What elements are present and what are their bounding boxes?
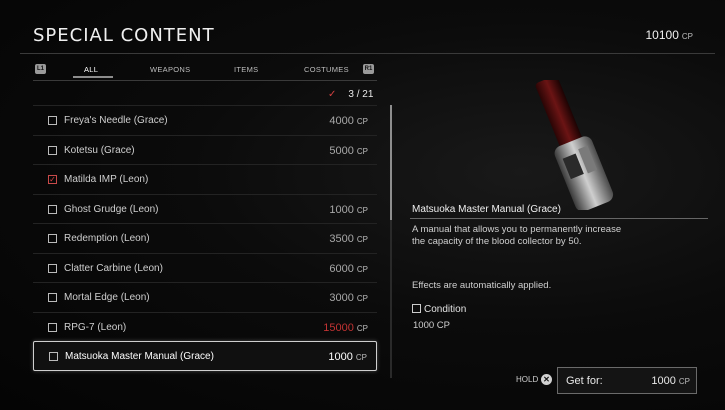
tab-weapons[interactable]: WEAPONS	[150, 65, 190, 74]
item-name: RPG-7 (Leon)	[64, 321, 127, 333]
list-item[interactable]: Clatter Carbine (Leon) 6000 CP	[33, 252, 377, 283]
detail-divider	[410, 218, 708, 219]
points-balance: 10100 CP	[646, 28, 694, 42]
tab-all[interactable]: ALL	[84, 65, 98, 74]
item-name: Mortal Edge (Leon)	[64, 292, 150, 303]
item-name: Redemption (Leon)	[64, 233, 150, 244]
owned-counter: ✓ 3 / 21	[328, 89, 373, 100]
item-price: 3500 CP	[329, 233, 368, 245]
item-name: Freya's Needle (Grace)	[64, 115, 168, 126]
get-for-price: 1000 CP	[651, 375, 690, 387]
content-list: Freya's Needle (Grace) 4000 CP Kotetsu (G…	[33, 105, 377, 371]
cross-button-icon[interactable]: ✕	[541, 374, 552, 385]
condition-value: 1000 CP	[413, 320, 450, 331]
owned-count: 3 / 21	[348, 89, 374, 100]
tab-prev-button[interactable]: L1	[35, 64, 46, 74]
tab-items[interactable]: ITEMS	[234, 65, 258, 74]
check-icon: ✓	[328, 89, 337, 100]
header-divider	[20, 53, 715, 54]
checkbox-icon	[49, 352, 58, 361]
item-price: 3000 CP	[329, 292, 368, 304]
list-item-selected[interactable]: Matsuoka Master Manual (Grace) 1000 CP	[33, 341, 377, 371]
scrollbar-track[interactable]	[390, 220, 392, 378]
tab-active-indicator	[73, 76, 113, 78]
list-item[interactable]: Mortal Edge (Leon) 3000 CP	[33, 282, 377, 312]
item-name: Matsuoka Master Manual (Grace)	[65, 351, 214, 362]
item-price: 1000 CP	[329, 203, 368, 216]
tab-divider	[33, 80, 377, 81]
checkbox-icon	[48, 116, 57, 125]
item-name: Clatter Carbine (Leon)	[64, 262, 163, 274]
item-price: 5000 CP	[329, 144, 368, 157]
list-item[interactable]: ✓ Matilda IMP (Leon)	[33, 164, 377, 194]
list-item[interactable]: Redemption (Leon) 3500 CP	[33, 223, 377, 253]
get-for-label: Get for:	[566, 375, 603, 387]
item-name: Matilda IMP (Leon)	[64, 174, 149, 185]
item-price: 15000 CP	[323, 321, 368, 334]
condition-heading: Condition	[412, 304, 466, 315]
item-name: Ghost Grudge (Leon)	[64, 203, 159, 215]
list-item[interactable]: RPG-7 (Leon) 15000 CP	[33, 311, 377, 342]
list-item[interactable]: Freya's Needle (Grace) 4000 CP	[33, 105, 377, 135]
item-preview-image	[535, 80, 614, 210]
checkbox-icon	[48, 263, 57, 273]
points-unit: CP	[681, 32, 693, 41]
checkbox-icon	[48, 322, 57, 332]
detail-description: A manual that allows you to permanently …	[412, 224, 622, 247]
page-title: SPECIAL CONTENT	[33, 25, 215, 46]
item-name: Kotetsu (Grace)	[64, 144, 135, 156]
detail-effects: Effects are automatically applied.	[412, 280, 552, 291]
points-value: 10100	[645, 28, 679, 42]
tab-next-button[interactable]: R1	[363, 64, 374, 74]
detail-title: Matsuoka Master Manual (Grace)	[412, 204, 561, 215]
hold-label: HOLD	[516, 375, 539, 384]
checkbox-icon	[48, 145, 57, 155]
scrollbar-thumb[interactable]	[390, 105, 392, 220]
tab-costumes[interactable]: COSTUMES	[304, 65, 349, 74]
list-item[interactable]: Ghost Grudge (Leon) 1000 CP	[33, 193, 377, 224]
checked-checkbox-icon: ✓	[48, 175, 57, 184]
checkbox-icon	[48, 293, 57, 302]
checkbox-icon	[48, 234, 57, 243]
list-item[interactable]: Kotetsu (Grace) 5000 CP	[33, 134, 377, 165]
checkbox-icon	[412, 304, 421, 313]
get-for-button[interactable]: Get for: 1000 CP	[557, 367, 697, 394]
item-price: 1000 CP	[328, 351, 367, 363]
item-price: 4000 CP	[329, 115, 368, 127]
item-price: 6000 CP	[329, 262, 368, 275]
checkbox-icon	[48, 204, 57, 214]
tab-bar: L1 ALL WEAPONS ITEMS COSTUMES R1	[33, 62, 377, 78]
